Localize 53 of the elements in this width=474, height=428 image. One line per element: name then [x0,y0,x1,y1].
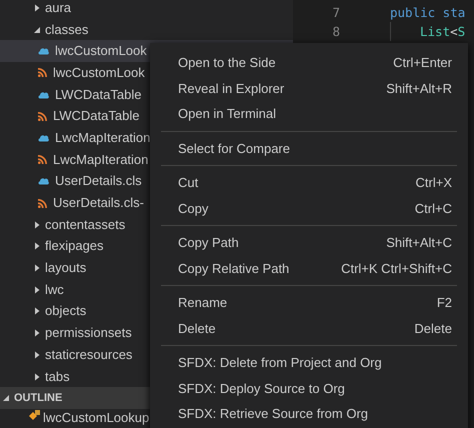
collapsed-chevron-icon[interactable] [33,4,41,12]
expanded-chevron-icon[interactable] [33,26,41,34]
cloud-icon [38,47,49,56]
menu-item[interactable]: Delete Delete [150,316,468,341]
file-name[interactable]: LwcMapIteration [53,152,148,168]
file-name[interactable]: UserDetails.cls [55,173,142,190]
cloud-icon [38,90,49,99]
menu-item[interactable]: Copy Relative Path Ctrl+K Ctrl+Shift+C [150,256,468,281]
collapsed-chevron-icon[interactable] [33,286,41,294]
code-line: public sta [390,5,466,20]
file-name[interactable]: UserDetails.cls- [53,195,144,212]
folder-name[interactable]: lwc [45,282,64,298]
menu-item[interactable]: Reveal in Explorer Shift+Alt+R [150,76,468,101]
file-name[interactable]: LWCDataTable [55,86,142,103]
collapsed-chevron-icon[interactable] [33,264,41,272]
collapsed-chevron-icon[interactable] [33,350,41,359]
expanded-chevron-icon[interactable] [2,394,10,402]
line-number: 7 [331,5,340,20]
folder-name[interactable]: staticresources [45,346,132,363]
folder-name[interactable]: aura [45,0,72,16]
line-number: 8 [331,24,340,39]
menu-item[interactable]: Copy Path Shift+Alt+C [150,230,468,256]
outline-item[interactable]: lwcCustomLookup [43,410,150,426]
menu-item[interactable]: Rename F2 [150,290,468,316]
collapsed-chevron-icon[interactable] [33,329,41,338]
folder-name[interactable]: classes [45,22,88,38]
rss-icon [38,198,47,208]
folder-name[interactable]: objects [45,303,86,320]
rss-icon [38,68,47,78]
menu-item[interactable]: Copy Ctrl+C [150,196,468,221]
file-name[interactable]: LwcMapIteration [55,130,150,146]
file-name[interactable]: lwcCustomLook [53,64,145,81]
folder-name[interactable]: permissionsets [45,325,132,342]
rss-icon [38,155,47,164]
collapsed-chevron-icon[interactable] [33,372,41,381]
menu-item[interactable]: Cut Ctrl+X [150,170,468,196]
menu-item[interactable]: Open in Terminal [150,101,468,126]
file-name[interactable]: lwcCustomLook [55,43,147,60]
folder-name[interactable]: flexipages [45,238,104,254]
menu-item[interactable]: SFDX: Delete from Project and Org [150,350,468,376]
menu-item[interactable]: Select for Compare [150,136,468,161]
collapsed-chevron-icon[interactable] [33,242,41,250]
collapsed-chevron-icon[interactable] [33,220,41,229]
cloud-icon [38,134,49,142]
class-icon [28,410,40,422]
file-name[interactable]: LWCDataTable [53,108,140,124]
code-line: List<S [420,24,466,39]
folder-name[interactable]: layouts [45,260,86,276]
cloud-icon [38,177,49,186]
rss-icon [38,112,47,121]
collapsed-chevron-icon[interactable] [33,307,41,316]
folder-name[interactable]: contentassets [45,216,126,233]
folder-name[interactable]: tabs [45,368,70,385]
